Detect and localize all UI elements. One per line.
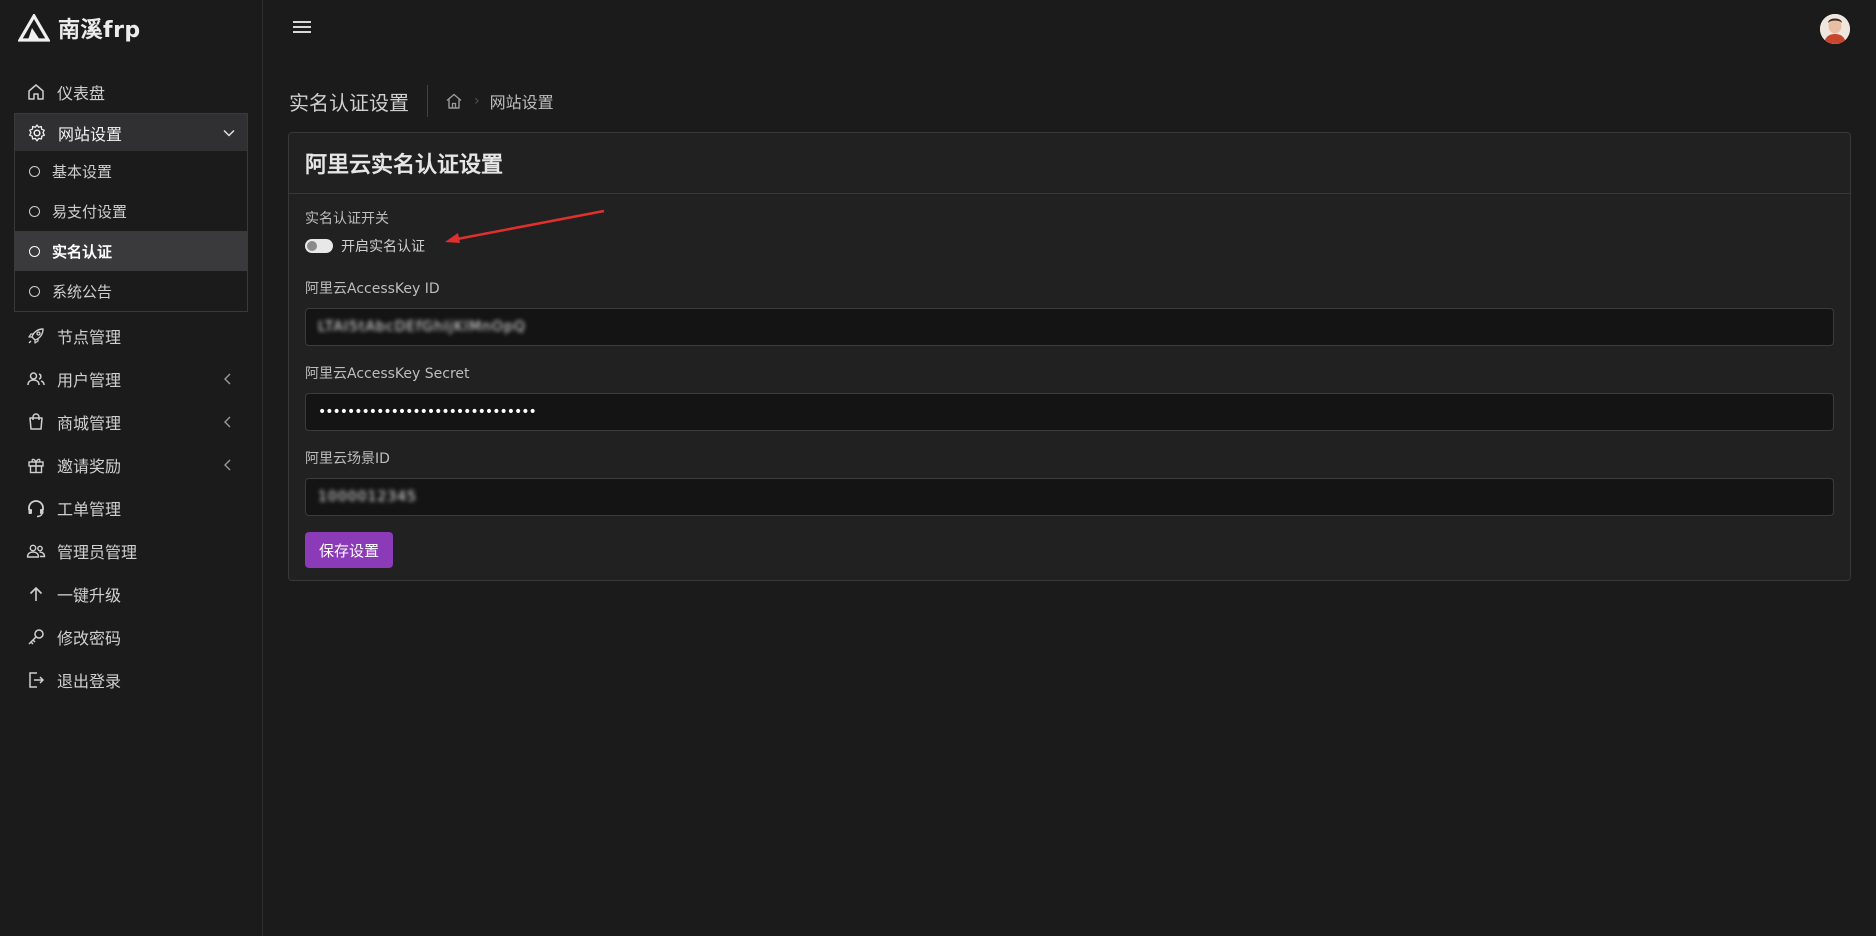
sidebar-item-label: 退出登录 [57,671,122,691]
save-button[interactable]: 保存设置 [305,532,394,568]
realname-auth-toggle-label[interactable]: 开启实名认证 [341,236,425,256]
triangle-logo-icon [18,14,50,42]
submenu-item-basic-settings[interactable]: 基本设置 [15,151,247,191]
rocket-icon [26,326,46,346]
sidebar-item-label: 用户管理 [57,370,122,390]
submenu-item-epay-settings[interactable]: 易支付设置 [15,191,247,231]
brand-name: 南溪frp [58,18,141,43]
sidebar-item-label: 节点管理 [57,327,122,347]
sidebar-item-label: 工单管理 [57,499,122,519]
sidebar-item-label: 商城管理 [57,413,122,433]
circle-icon [29,165,40,177]
sidebar-item-label: 邀请奖励 [57,456,122,476]
circle-icon [29,245,40,257]
settings-card: 阿里云实名认证设置 实名认证开关 开启实名认证 阿里云AccessKey ID … [288,132,1851,581]
sidebar-item-logout[interactable]: 退出登录 [0,658,262,701]
submenu-item-label: 基本设置 [52,162,113,181]
header-divider [427,85,428,117]
users-icon [26,369,46,389]
chevron-left-icon [224,373,231,384]
accesskey-secret-label: 阿里云AccessKey Secret [305,366,470,382]
realname-auth-toggle[interactable] [305,239,333,253]
card-body: 实名认证开关 开启实名认证 阿里云AccessKey ID LTAI5tAbcD… [289,194,1850,568]
sidebar-item-users[interactable]: 用户管理 [0,357,262,400]
bag-icon [26,412,46,432]
accesskey-secret-value: •••••••••••••••••••••••••••••• [318,404,537,420]
topbar [263,0,1876,56]
breadcrumb-current[interactable]: 网站设置 [490,89,554,113]
home-icon [26,82,46,102]
submenu-item-realname-auth[interactable]: 实名认证 [15,231,247,271]
card-header: 阿里云实名认证设置 [289,133,1850,194]
scene-id-input[interactable]: 1000012345 [305,478,1834,516]
card-title: 阿里云实名认证设置 [305,153,504,178]
submenu-item-label: 系统公告 [52,282,113,301]
page-title: 实名认证设置 [289,90,409,115]
key-icon [26,627,46,647]
scene-id-label: 阿里云场景ID [305,451,390,467]
chevron-left-icon [224,416,231,427]
sidebar-item-shop[interactable]: 商城管理 [0,400,262,443]
circle-icon [29,205,40,217]
sidebar-item-invite-rewards[interactable]: 邀请奖励 [0,443,262,486]
accesskey-id-label: 阿里云AccessKey ID [305,281,440,297]
sidebar-item-label: 网站设置 [58,124,123,144]
accesskey-id-value: LTAI5tAbcDEfGhIjKlMnOpQ [318,319,526,335]
admins-icon [26,541,46,561]
sidebar-item-admins[interactable]: 管理员管理 [0,529,262,572]
chevron-left-icon [224,459,231,470]
sidebar-item-label: 仪表盘 [57,83,106,103]
sidebar-item-upgrade[interactable]: 一键升级 [0,572,262,615]
gift-icon [26,455,46,475]
accesskey-id-input[interactable]: LTAI5tAbcDEfGhIjKlMnOpQ [305,308,1834,346]
headset-icon [26,498,46,518]
sidebar-item-label: 一键升级 [57,585,122,605]
scene-id-value: 1000012345 [318,489,418,505]
annotation-arrow-icon [445,209,605,243]
page-header: 实名认证设置 › 网站设置 [289,84,554,118]
sidebar-item-change-password[interactable]: 修改密码 [0,615,262,658]
brand[interactable]: 南溪frp [0,0,262,56]
arrow-up-icon [26,584,46,604]
submenu-item-label: 实名认证 [52,242,113,261]
circle-icon [29,285,40,297]
home-icon[interactable] [444,91,464,111]
accesskey-secret-input[interactable]: •••••••••••••••••••••••••••••• [305,393,1834,431]
sidebar-item-dashboard[interactable]: 仪表盘 [0,70,262,113]
sidebar-item-nodes[interactable]: 节点管理 [0,314,262,357]
gear-icon [27,123,47,143]
submenu-item-label: 易支付设置 [52,202,128,221]
submenu-item-announcement[interactable]: 系统公告 [15,271,247,311]
sidebar-nav: 仪表盘 网站设置 基本设置 易支付设置 实名认证 系统公告 节点管理 用户管理 … [0,70,262,701]
chevron-down-icon [223,129,235,137]
logout-icon [26,670,46,690]
sidebar: 南溪frp 仪表盘 网站设置 基本设置 易支付设置 实名认证 系统公告 节点管理… [0,0,263,936]
sidebar-item-label: 管理员管理 [57,542,138,562]
breadcrumb-separator-icon: › [474,93,480,109]
sidebar-item-tickets[interactable]: 工单管理 [0,486,262,529]
sidebar-item-label: 修改密码 [57,628,122,648]
menu-toggle-icon[interactable] [293,21,311,35]
avatar[interactable] [1820,14,1850,44]
sidebar-item-site-settings[interactable]: 网站设置 [14,113,248,151]
site-settings-submenu: 基本设置 易支付设置 实名认证 系统公告 [14,151,248,312]
